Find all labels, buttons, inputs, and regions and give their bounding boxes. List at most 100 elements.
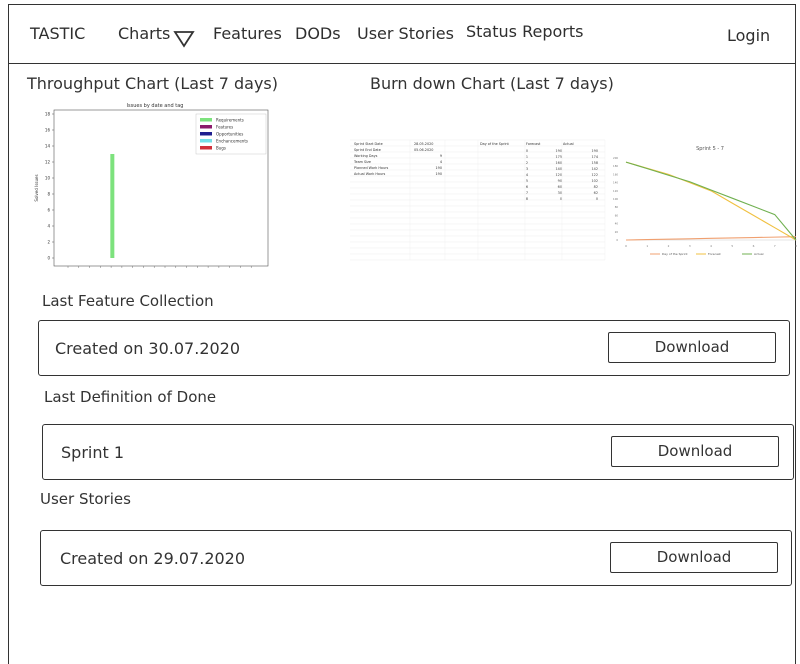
burndown-table-cell: 160 bbox=[556, 161, 562, 165]
throughput-ytick-label: 12 bbox=[45, 160, 51, 165]
burndown-info-label: Working Days bbox=[354, 154, 378, 158]
burndown-table-cell: 82 bbox=[594, 185, 598, 189]
throughput-legend-swatch bbox=[200, 139, 212, 143]
burndown-xtick-label: 5 bbox=[731, 244, 733, 248]
burndown-ytick-label: 140 bbox=[613, 181, 618, 185]
burndown-table-header: Forecast bbox=[526, 142, 541, 146]
burndown-info-value: 4 bbox=[440, 160, 442, 164]
feature-collection-date: Created on 30.07.2020 bbox=[55, 339, 241, 358]
throughput-ytick-label: 2 bbox=[47, 240, 50, 245]
burndown-table-cell: 2 bbox=[526, 161, 528, 165]
burndown-legend-label: Actual bbox=[754, 252, 764, 256]
burndown-series-line bbox=[625, 161, 797, 241]
nav-charts[interactable]: Charts bbox=[118, 24, 170, 43]
burndown-table-header: Actual bbox=[563, 142, 574, 146]
throughput-legend-swatch bbox=[200, 118, 212, 122]
burndown-xtick-label: 7 bbox=[774, 244, 776, 248]
download-feature-collection-button[interactable]: Download bbox=[608, 332, 776, 363]
throughput-ytick-label: 18 bbox=[45, 112, 51, 117]
throughput-ytick-label: 14 bbox=[45, 144, 51, 149]
throughput-ytick-label: 10 bbox=[45, 176, 51, 181]
throughput-ytick-label: 0 bbox=[47, 256, 50, 261]
burndown-table-cell: 190 bbox=[592, 149, 598, 153]
throughput-ytick-label: 8 bbox=[47, 192, 50, 197]
download-user-stories-button[interactable]: Download bbox=[610, 542, 778, 573]
nav-dods[interactable]: DODs bbox=[295, 24, 341, 43]
burndown-table-cell: 4 bbox=[526, 173, 528, 177]
burndown-ytick-label: 0 bbox=[616, 238, 618, 242]
brand-logo[interactable]: TASTIC bbox=[30, 24, 85, 43]
burndown-table-cell: 190 bbox=[556, 149, 562, 153]
burndown-table-cell: 142 bbox=[592, 167, 598, 171]
definition-of-done-sprint: Sprint 1 bbox=[61, 443, 125, 462]
burndown-ytick-label: 80 bbox=[615, 205, 619, 209]
burndown-ytick-label: 200 bbox=[613, 156, 618, 160]
throughput-ytick-label: 16 bbox=[45, 128, 51, 133]
user-stories-title: User Stories bbox=[40, 490, 131, 508]
burndown-info-value: 190 bbox=[436, 166, 442, 170]
burndown-ytick-label: 60 bbox=[615, 213, 619, 217]
throughput-legend-label: Features bbox=[216, 125, 233, 130]
burndown-table-cell: 60 bbox=[558, 185, 562, 189]
burndown-ytick-label: 120 bbox=[613, 189, 618, 193]
burndown-table-cell: 102 bbox=[592, 179, 598, 183]
burndown-info-label: Team Size bbox=[353, 160, 371, 164]
burndown-legend-label: Forecast bbox=[708, 252, 722, 256]
burndown-ytick-label: 160 bbox=[613, 172, 618, 176]
burndown-ytick-label: 100 bbox=[613, 197, 618, 201]
definition-of-done-card: Sprint 1 Download bbox=[42, 424, 794, 480]
burndown-chart-heading: Sprint 5 - 7 bbox=[696, 146, 724, 152]
throughput-legend-swatch bbox=[200, 125, 212, 129]
burndown-ytick-label: 20 bbox=[615, 230, 619, 234]
throughput-chart-title: Throughput Chart (Last 7 days) bbox=[27, 74, 279, 93]
throughput-ylabel: Solved Issues bbox=[34, 174, 39, 201]
nav-user-stories[interactable]: User Stories bbox=[357, 24, 454, 43]
burndown-table-cell: 30 bbox=[558, 191, 562, 195]
burndown-table-cell: 158 bbox=[592, 161, 598, 165]
burndown-info-label: Actual Work Hours bbox=[354, 172, 386, 176]
feature-collection-title: Last Feature Collection bbox=[42, 292, 214, 310]
chevron-down-icon[interactable] bbox=[173, 30, 195, 48]
throughput-legend-label: Enchancements bbox=[216, 139, 248, 144]
burndown-info-label: Sprint Start Date bbox=[354, 142, 383, 146]
burndown-table-cell: 1 bbox=[526, 155, 528, 159]
nav-status-reports[interactable]: Status Reports bbox=[466, 22, 583, 41]
definition-of-done-title: Last Definition of Done bbox=[44, 388, 217, 406]
throughput-bar bbox=[110, 154, 115, 258]
burndown-info-value: 28.05.2020 bbox=[414, 142, 433, 146]
burndown-info-label: Planned Work Hours bbox=[354, 166, 389, 170]
download-definition-of-done-button[interactable]: Download bbox=[611, 436, 779, 467]
feature-collection-card: Created on 30.07.2020 Download bbox=[38, 320, 790, 376]
top-nav: TASTIC Charts Features DODs User Stories… bbox=[8, 4, 796, 64]
burndown-ytick-label: 180 bbox=[613, 164, 618, 168]
burndown-xtick-label: 6 bbox=[753, 244, 755, 248]
user-stories-card: Created on 29.07.2020 Download bbox=[40, 530, 792, 586]
burndown-table-cell: 0 bbox=[526, 149, 528, 153]
burndown-table-cell: 5 bbox=[526, 179, 528, 183]
throughput-ytick-label: 6 bbox=[47, 208, 50, 213]
burndown-report: Sprint Start Date 28.05.2020 Sprint End Da… bbox=[350, 139, 797, 261]
login-link[interactable]: Login bbox=[727, 26, 770, 45]
throughput-legend-swatch bbox=[200, 146, 212, 150]
burndown-series-line bbox=[625, 161, 797, 241]
throughput-ytick-label: 4 bbox=[47, 224, 50, 229]
burndown-table-cell: 6 bbox=[526, 185, 528, 189]
burndown-xtick-label: 0 bbox=[625, 244, 627, 248]
burndown-table-cell: 175 bbox=[556, 155, 562, 159]
burndown-xtick-label: 4 bbox=[710, 244, 712, 248]
nav-features[interactable]: Features bbox=[213, 24, 282, 43]
throughput-legend-swatch bbox=[200, 132, 212, 136]
burndown-legend-label: Day of the Sprint bbox=[662, 252, 688, 256]
burndown-table-cell: 140 bbox=[556, 167, 562, 171]
burndown-xtick-label: 3 bbox=[689, 244, 691, 248]
user-stories-date: Created on 29.07.2020 bbox=[60, 549, 246, 568]
burndown-table-cell: 3 bbox=[526, 167, 528, 171]
burndown-series-line bbox=[625, 236, 797, 241]
burndown-info-label: Sprint End Date bbox=[354, 148, 381, 152]
burndown-table-cell: 90 bbox=[558, 179, 562, 183]
burndown-xtick-label: 1 bbox=[646, 244, 648, 248]
burndown-chart-title: Burn down Chart (Last 7 days) bbox=[370, 74, 614, 93]
burndown-table-cell: 174 bbox=[592, 155, 598, 159]
throughput-legend-label: Bugs bbox=[216, 146, 226, 151]
burndown-table-cell: 7 bbox=[526, 191, 528, 195]
